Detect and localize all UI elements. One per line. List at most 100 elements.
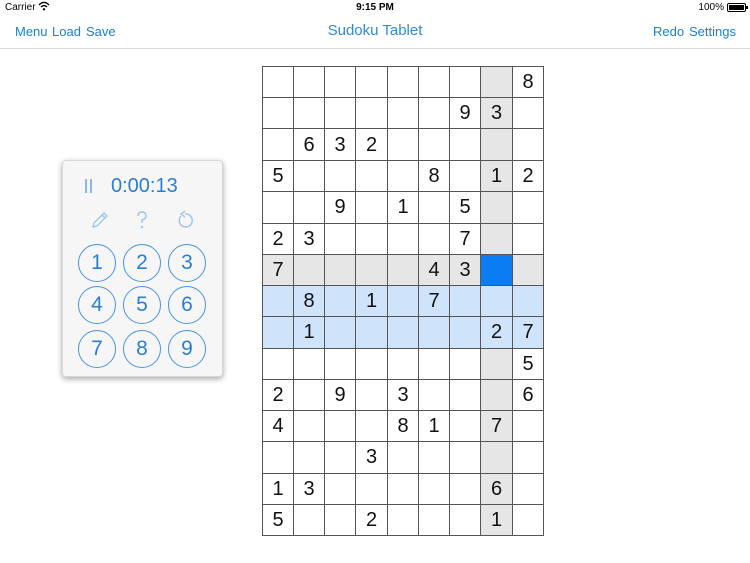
grid-cell[interactable]: 6 xyxy=(512,378,544,411)
grid-cell[interactable] xyxy=(324,66,356,98)
grid-cell[interactable]: 7 xyxy=(262,253,294,286)
grid-cell[interactable] xyxy=(480,222,513,255)
grid-cell[interactable] xyxy=(512,472,544,505)
grid-cell[interactable] xyxy=(387,285,419,318)
help-icon[interactable] xyxy=(131,209,153,231)
grid-cell[interactable] xyxy=(355,410,388,443)
grid-cell[interactable] xyxy=(324,160,356,193)
grid-cell[interactable] xyxy=(293,410,325,443)
grid-cell[interactable] xyxy=(512,191,544,224)
numpad-9[interactable]: 9 xyxy=(168,330,206,368)
grid-cell[interactable] xyxy=(293,191,325,224)
grid-cell[interactable] xyxy=(293,503,325,536)
grid-cell[interactable] xyxy=(512,410,544,443)
grid-cell[interactable]: 6 xyxy=(293,128,325,161)
grid-cell[interactable]: 9 xyxy=(324,378,356,411)
grid-cell[interactable] xyxy=(387,347,419,380)
grid-cell[interactable]: 1 xyxy=(480,503,513,536)
grid-cell[interactable] xyxy=(355,378,388,411)
grid-cell[interactable] xyxy=(387,222,419,255)
grid-cell[interactable]: 2 xyxy=(355,503,388,536)
grid-cell[interactable]: 1 xyxy=(293,316,325,349)
numpad-6[interactable]: 6 xyxy=(168,286,206,324)
grid-cell[interactable]: 3 xyxy=(355,441,388,474)
grid-cell[interactable]: 1 xyxy=(418,410,450,443)
grid-cell[interactable]: 2 xyxy=(512,160,544,193)
grid-cell[interactable]: 1 xyxy=(355,285,388,318)
pencil-icon[interactable] xyxy=(89,209,111,231)
grid-cell[interactable] xyxy=(293,66,325,98)
grid-cell[interactable]: 1 xyxy=(480,160,513,193)
grid-cell[interactable] xyxy=(480,253,513,286)
grid-cell[interactable]: 7 xyxy=(449,222,481,255)
grid-cell[interactable] xyxy=(449,441,481,474)
numpad-2[interactable]: 2 xyxy=(123,244,161,282)
grid-cell[interactable] xyxy=(449,503,481,536)
numpad-7[interactable]: 7 xyxy=(78,330,116,368)
grid-cell[interactable]: 1 xyxy=(262,472,294,505)
grid-cell[interactable]: 3 xyxy=(387,378,419,411)
grid-cell[interactable] xyxy=(324,347,356,380)
grid-cell[interactable] xyxy=(480,191,513,224)
grid-cell[interactable]: 7 xyxy=(512,316,544,349)
grid-cell[interactable] xyxy=(449,128,481,161)
grid-cell[interactable] xyxy=(512,253,544,286)
grid-cell[interactable] xyxy=(262,347,294,380)
grid-cell[interactable] xyxy=(262,66,294,98)
grid-cell[interactable] xyxy=(262,128,294,161)
grid-cell[interactable]: 8 xyxy=(512,66,544,98)
grid-cell[interactable] xyxy=(355,191,388,224)
grid-cell[interactable] xyxy=(324,222,356,255)
pause-icon[interactable] xyxy=(85,179,93,193)
grid-cell[interactable] xyxy=(512,128,544,161)
grid-cell[interactable] xyxy=(355,472,388,505)
grid-cell[interactable]: 4 xyxy=(418,253,450,286)
grid-cell[interactable] xyxy=(449,347,481,380)
numpad-3[interactable]: 3 xyxy=(168,244,206,282)
grid-cell[interactable] xyxy=(449,472,481,505)
grid-cell[interactable] xyxy=(355,316,388,349)
grid-cell[interactable]: 4 xyxy=(262,410,294,443)
grid-cell[interactable]: 5 xyxy=(262,160,294,193)
grid-cell[interactable] xyxy=(355,160,388,193)
grid-cell[interactable] xyxy=(262,191,294,224)
grid-cell[interactable] xyxy=(418,191,450,224)
grid-cell[interactable] xyxy=(324,316,356,349)
grid-cell[interactable]: 3 xyxy=(480,97,513,129)
grid-cell[interactable] xyxy=(387,316,419,349)
undo-icon[interactable] xyxy=(174,209,196,231)
grid-cell[interactable] xyxy=(480,347,513,380)
grid-cell[interactable] xyxy=(480,378,513,411)
grid-cell[interactable] xyxy=(480,285,513,318)
grid-cell[interactable] xyxy=(512,222,544,255)
grid-cell[interactable] xyxy=(418,378,450,411)
grid-cell[interactable] xyxy=(387,160,419,193)
grid-cell[interactable] xyxy=(355,222,388,255)
grid-cell[interactable] xyxy=(387,66,419,98)
grid-cell[interactable] xyxy=(387,472,419,505)
grid-cell[interactable]: 3 xyxy=(324,128,356,161)
grid-cell[interactable] xyxy=(418,347,450,380)
grid-cell[interactable] xyxy=(387,441,419,474)
grid-cell[interactable]: 5 xyxy=(449,191,481,224)
grid-cell[interactable]: 3 xyxy=(449,253,481,286)
grid-cell[interactable] xyxy=(418,222,450,255)
settings-button[interactable]: Settings xyxy=(689,24,736,39)
numpad-5[interactable]: 5 xyxy=(123,286,161,324)
grid-cell[interactable] xyxy=(293,347,325,380)
grid-cell[interactable] xyxy=(293,441,325,474)
grid-cell[interactable]: 9 xyxy=(449,97,481,129)
grid-cell[interactable] xyxy=(512,441,544,474)
grid-cell[interactable]: 2 xyxy=(262,378,294,411)
grid-cell[interactable]: 3 xyxy=(293,222,325,255)
grid-cell[interactable]: 8 xyxy=(387,410,419,443)
grid-cell[interactable]: 2 xyxy=(355,128,388,161)
grid-cell[interactable] xyxy=(387,253,419,286)
grid-cell[interactable] xyxy=(449,410,481,443)
grid-cell[interactable] xyxy=(324,441,356,474)
grid-cell[interactable] xyxy=(449,160,481,193)
grid-cell[interactable]: 1 xyxy=(387,191,419,224)
grid-cell[interactable] xyxy=(418,503,450,536)
grid-cell[interactable] xyxy=(355,66,388,98)
grid-cell[interactable]: 5 xyxy=(512,347,544,380)
